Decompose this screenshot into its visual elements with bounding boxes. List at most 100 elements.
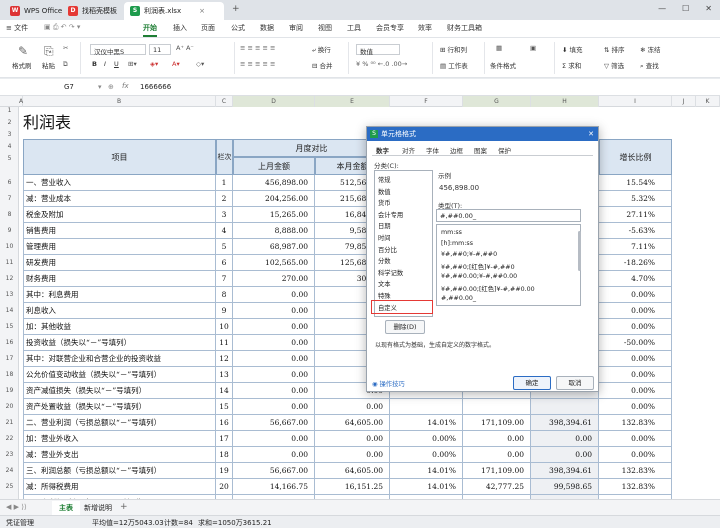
- tab-spreadsheet[interactable]: S 利润表.xlsx ×: [124, 2, 224, 20]
- zoom-icon[interactable]: ⊕: [108, 83, 114, 91]
- font-color-icon[interactable]: A▾: [172, 60, 180, 68]
- column-header-c[interactable]: C: [216, 96, 233, 107]
- table-cell-g[interactable]: 42,777.25: [463, 479, 531, 495]
- category-item[interactable]: 特殊: [378, 291, 391, 300]
- fill-color-icon[interactable]: ◈▾: [150, 60, 158, 68]
- table-cell-d[interactable]: 14,166.75: [233, 479, 315, 495]
- freeze-button[interactable]: ❄ 冻结: [640, 44, 661, 54]
- bold-icon[interactable]: B: [92, 60, 97, 68]
- table-cell-f[interactable]: 0.00%: [390, 447, 463, 463]
- row-header[interactable]: 11: [0, 259, 19, 266]
- table-cell-d[interactable]: 56,667.00: [233, 415, 315, 431]
- table-cell-name[interactable]: 二、营业利润（亏损总额以“－”号填列）: [23, 415, 216, 431]
- voucher-button[interactable]: 凭证管理: [6, 518, 34, 528]
- table-cell-e[interactable]: 0.00: [315, 447, 390, 463]
- underline-icon[interactable]: U: [114, 60, 119, 68]
- menu-efficiency[interactable]: 效率: [418, 23, 432, 33]
- table-cell-g[interactable]: 0.00: [463, 431, 531, 447]
- column-header-d[interactable]: D: [233, 96, 315, 107]
- menu-data[interactable]: 数据: [260, 23, 274, 33]
- table-cell-f[interactable]: 14.01%: [390, 479, 463, 495]
- close-icon[interactable]: ×: [199, 7, 205, 15]
- table-cell-name[interactable]: 税金及附加: [23, 207, 216, 223]
- worksheet-button[interactable]: ▤ 工作表: [440, 60, 468, 70]
- table-cell-h[interactable]: 0.00: [531, 431, 599, 447]
- menu-formula[interactable]: 公式: [231, 23, 245, 33]
- tab-protect[interactable]: 保护: [498, 145, 511, 155]
- delete-button[interactable]: 删除(D): [385, 320, 425, 334]
- row-header[interactable]: 12: [0, 275, 19, 282]
- table-cell-d[interactable]: 0.00: [233, 431, 315, 447]
- table-cell-g[interactable]: 171,109.00: [463, 463, 531, 479]
- category-item[interactable]: 数值: [378, 187, 391, 196]
- italic-icon[interactable]: I: [104, 60, 106, 68]
- table-cell-num[interactable]: 10: [216, 319, 233, 335]
- clear-icon[interactable]: ◇▾: [196, 60, 204, 68]
- table-cell-i[interactable]: 132.83%: [599, 415, 672, 431]
- column-header-k[interactable]: K: [696, 96, 720, 107]
- table-cell-i[interactable]: 5.32%: [599, 191, 672, 207]
- table-cell-num[interactable]: 9: [216, 303, 233, 319]
- type-item[interactable]: ¥#,##0.00;¥-#,##0.00: [441, 273, 517, 280]
- table-cell-num[interactable]: 8: [216, 287, 233, 303]
- table-cell-num[interactable]: 19: [216, 463, 233, 479]
- table-cell-num[interactable]: 15: [216, 399, 233, 415]
- new-tab-icon[interactable]: +: [232, 4, 240, 14]
- table-cell-num[interactable]: 13: [216, 367, 233, 383]
- type-list[interactable]: mm:ss [h]:mm:ss ¥#,##0;¥-#,##0 ¥#,##0;[红色]¥…: [436, 224, 581, 306]
- tab-border[interactable]: 边框: [450, 145, 463, 155]
- align-top-icon[interactable]: ≡ ≡ ≡ ≡ ≡: [240, 44, 276, 52]
- table-cell-d[interactable]: 270.00: [233, 271, 315, 287]
- table-cell-name[interactable]: 公允价值变动收益（损失以“－”号填列）: [23, 367, 216, 383]
- table-cell-num[interactable]: 2: [216, 191, 233, 207]
- table-cell-e[interactable]: 16,151.25: [315, 479, 390, 495]
- tab-wps-office[interactable]: W WPS Office: [4, 2, 68, 20]
- border-icon[interactable]: ⊞▾: [128, 60, 137, 68]
- table-cell-i[interactable]: 0.00%: [599, 431, 672, 447]
- type-item[interactable]: ¥#,##0;¥-#,##0: [441, 251, 497, 258]
- table-cell-num[interactable]: 20: [216, 479, 233, 495]
- category-item[interactable]: 时间: [378, 233, 391, 242]
- category-item[interactable]: 文本: [378, 279, 391, 288]
- table-cell-i[interactable]: 0.00%: [599, 383, 672, 399]
- paste-button[interactable]: 粘贴: [42, 60, 55, 70]
- fx-icon[interactable]: fx: [122, 82, 129, 90]
- table-cell-i[interactable]: 132.83%: [599, 479, 672, 495]
- table-cell-i[interactable]: 0.00%: [599, 287, 672, 303]
- row-header[interactable]: 9: [0, 227, 19, 234]
- column-header-i[interactable]: I: [599, 96, 672, 107]
- column-header-h[interactable]: H: [531, 96, 599, 107]
- font-grow-icon[interactable]: A⁺ A⁻: [176, 44, 194, 52]
- table-cell-d[interactable]: 15,265.00: [233, 207, 315, 223]
- table-cell-name[interactable]: 减：营业成本: [23, 191, 216, 207]
- table-cell-d[interactable]: 456,898.00: [233, 175, 315, 191]
- table-cell-name[interactable]: 资产处置收益（损失以“－”号填列）: [23, 399, 216, 415]
- table-cell-num[interactable]: 4: [216, 223, 233, 239]
- table-cell-g[interactable]: 0.00: [463, 447, 531, 463]
- table-cell-i[interactable]: 0.00%: [599, 319, 672, 335]
- table-cell-f[interactable]: [390, 399, 463, 415]
- type-item[interactable]: [h]:mm:ss: [441, 240, 473, 247]
- table-cell-h[interactable]: 398,394.61: [531, 463, 599, 479]
- sum-button[interactable]: Σ 求和: [562, 60, 581, 70]
- find-button[interactable]: ⌕ 查找: [640, 60, 659, 71]
- table-cell-num[interactable]: 12: [216, 351, 233, 367]
- sort-button[interactable]: ⇅ 排序: [604, 44, 625, 54]
- cond-format-button[interactable]: 条件格式: [490, 60, 516, 70]
- table-cell-d[interactable]: 56,667.00: [233, 463, 315, 479]
- table-cell-i[interactable]: -5.63%: [599, 223, 672, 239]
- row-header[interactable]: 20: [0, 403, 19, 410]
- table-cell-i[interactable]: 0.00%: [599, 303, 672, 319]
- menu-page[interactable]: 页面: [201, 23, 215, 33]
- tab-align[interactable]: 对齐: [402, 145, 415, 155]
- category-item[interactable]: 日期: [378, 221, 391, 230]
- row-header[interactable]: 16: [0, 339, 19, 346]
- table-cell-name[interactable]: 三、利润总额（亏损总额以“－”号填列）: [23, 463, 216, 479]
- table-cell-name[interactable]: 其中：利息费用: [23, 287, 216, 303]
- table-cell-i[interactable]: 15.54%: [599, 175, 672, 191]
- close-window-icon[interactable]: ✕: [705, 4, 712, 13]
- table-cell-g[interactable]: [463, 399, 531, 415]
- table-cell-num[interactable]: 18: [216, 447, 233, 463]
- table-cell-i[interactable]: 0.00%: [599, 351, 672, 367]
- font-size-select[interactable]: 11: [149, 44, 171, 55]
